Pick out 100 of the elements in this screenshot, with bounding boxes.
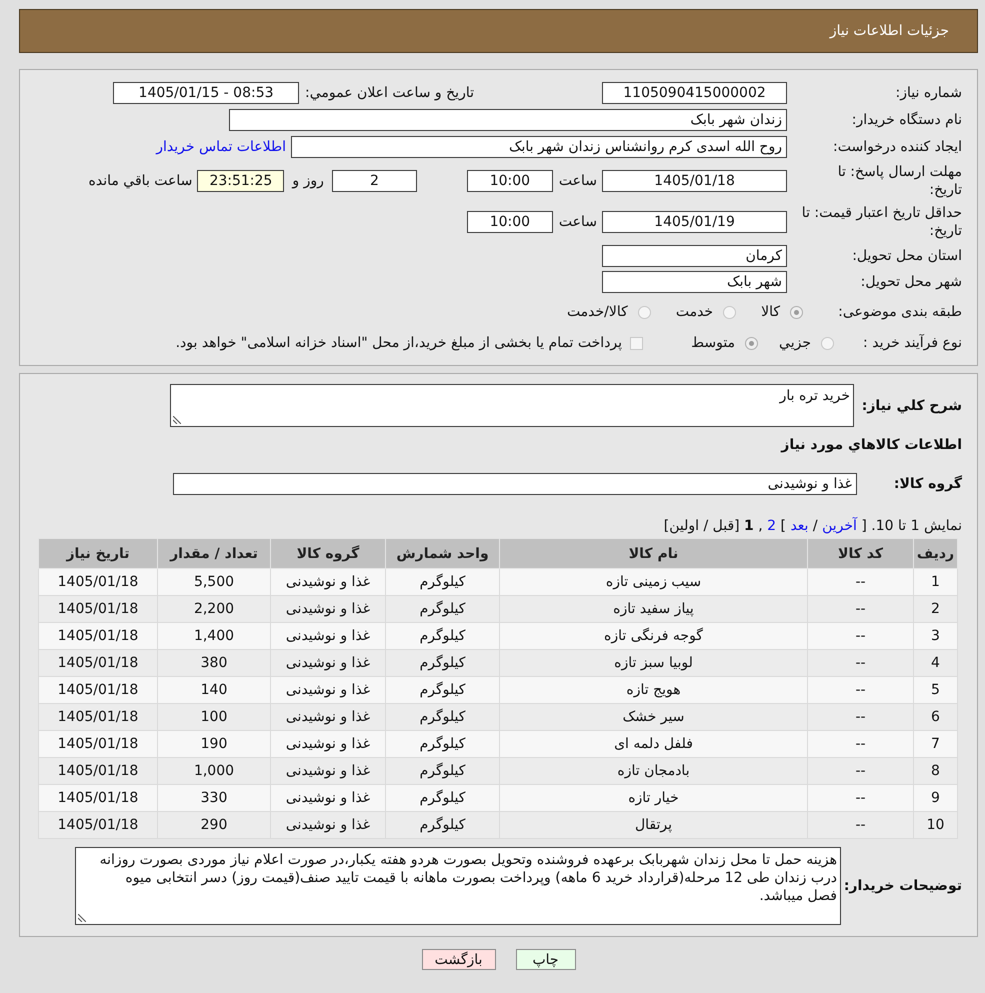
- deadline-date-field[interactable]: 1405/01/18: [602, 170, 787, 192]
- table-cell: کیلوگرم: [386, 596, 500, 622]
- table-cell: --: [808, 568, 914, 596]
- remaining-time-field[interactable]: 23:51:25: [197, 170, 284, 192]
- table-cell: 2: [914, 596, 958, 622]
- table-cell: پیاز سفید تازه: [500, 596, 808, 622]
- print-button[interactable]: چاپ: [516, 949, 576, 970]
- field-label: طبقه بندی موضوعی:: [837, 303, 962, 321]
- table-cell: کیلوگرم: [386, 704, 500, 730]
- back-button[interactable]: بازگشت: [422, 949, 496, 970]
- days-field[interactable]: 2: [332, 170, 417, 192]
- column-header: تعداد / مقدار: [158, 538, 270, 568]
- table-cell: 100: [158, 704, 270, 730]
- field-label: ساعت: [558, 172, 597, 190]
- table-cell: بادمجان تازه: [500, 758, 808, 784]
- resize-grip-icon[interactable]: [173, 416, 181, 424]
- field-label: شماره نیاز:: [894, 84, 962, 102]
- table-cell: غذا و نوشیدنی: [270, 650, 386, 676]
- field-label: روز و: [292, 172, 324, 190]
- page-title: جزئیات اطلاعات نیاز: [830, 22, 949, 40]
- table-cell: کیلوگرم: [386, 812, 500, 838]
- radio-button[interactable]: [745, 336, 758, 350]
- table-cell: کیلوگرم: [386, 730, 500, 758]
- delivery-city-field[interactable]: شهر بابک: [602, 271, 787, 293]
- table-cell: گوجه فرنگی تازه: [500, 622, 808, 650]
- table-cell: سیب زمینی تازه: [500, 568, 808, 596]
- table-cell: 1405/01/18: [38, 730, 158, 758]
- table-cell: فلفل دلمه ای: [500, 730, 808, 758]
- table-cell: 190: [158, 730, 270, 758]
- field-label: گروه کالا:: [892, 475, 962, 493]
- radio-button[interactable]: [723, 306, 736, 318]
- table-cell: 1405/01/18: [38, 676, 158, 704]
- deadline-time-field[interactable]: 10:00: [466, 170, 553, 192]
- field-label: استان محل تحویل:: [851, 246, 962, 264]
- goods-group-field[interactable]: غذا و نوشیدنی: [173, 473, 857, 495]
- table-cell: 1405/01/18: [38, 704, 158, 730]
- table-cell: --: [808, 704, 914, 730]
- table-cell: غذا و نوشیدنی: [270, 730, 386, 758]
- table-cell: هویج تازه: [500, 676, 808, 704]
- table-cell: غذا و نوشیدنی: [270, 676, 386, 704]
- table-cell: --: [808, 784, 914, 812]
- table-cell: کیلوگرم: [386, 622, 500, 650]
- table-cell: لوبیا سبز تازه: [500, 650, 808, 676]
- radio-label: خدمت: [676, 303, 714, 321]
- requester-field[interactable]: روح الله اسدی کرم روانشناس زندان شهر بابک: [291, 136, 787, 158]
- column-header: گروه کالا: [270, 538, 386, 568]
- table-cell: 1,000: [158, 758, 270, 784]
- field-label: حداقل تاریخ اعتبار قیمت: تا تاریخ:: [800, 204, 962, 240]
- description-field[interactable]: خرید تره بار: [170, 384, 854, 427]
- table-cell: 2,200: [158, 596, 270, 622]
- checkbox[interactable]: [630, 336, 644, 350]
- radio-label: جزيي: [779, 334, 811, 352]
- table-cell: 5,500: [158, 568, 270, 596]
- table-cell: 7: [914, 730, 958, 758]
- pagination-link[interactable]: آخرین: [822, 518, 857, 534]
- field-label: ساعت: [558, 212, 597, 230]
- table-cell: 140: [158, 676, 270, 704]
- field-label: تاریخ و ساعت اعلان عمومي:: [305, 84, 474, 102]
- radio-button[interactable]: [821, 336, 834, 350]
- table-cell: سیر خشک: [500, 704, 808, 730]
- table-cell: پرتقال: [500, 812, 808, 838]
- table-cell: 4: [914, 650, 958, 676]
- table-cell: 5: [914, 676, 958, 704]
- pagination-link[interactable]: بعد: [790, 518, 808, 534]
- radio-button[interactable]: [638, 306, 651, 318]
- table-cell: کیلوگرم: [386, 568, 500, 596]
- column-header: تاریخ نیاز: [38, 538, 158, 568]
- radio-label: متوسط: [691, 334, 736, 352]
- price-validity-date-field[interactable]: 1405/01/19: [602, 210, 787, 232]
- table-cell: 1405/01/18: [38, 650, 158, 676]
- column-header: نام کالا: [500, 538, 808, 568]
- section-heading: اطلاعات کالاهاي مورد نیاز: [781, 436, 962, 454]
- table-cell: 1405/01/18: [38, 758, 158, 784]
- table-cell: 1,400: [158, 622, 270, 650]
- price-validity-time-field[interactable]: 10:00: [466, 210, 553, 232]
- resize-grip-icon[interactable]: [78, 914, 86, 922]
- radio-button[interactable]: [790, 306, 803, 318]
- buyer-notes-field[interactable]: هزینه حمل تا محل زندان شهربابک برعهده فروشنده وتحویل بصورت هردو هفته یکبار،در صورت اعلام نیاز موردی بصورت روزانه درب زندان طی 12 مرحله(قرارداد خرید 6 ماهه) وپرداخت بصورت ماهانه با قیمت تایید صنف(قیمت روز) دسر انتخابی میوه فصل میباشد.: [75, 847, 841, 925]
- table-cell: غذا و نوشیدنی: [270, 622, 386, 650]
- buyer-organization-field[interactable]: زندان شهر بابک: [229, 108, 787, 130]
- need-number-field[interactable]: 1105090415000002: [602, 82, 787, 104]
- table-cell: کیلوگرم: [386, 650, 500, 676]
- table-cell: 290: [158, 812, 270, 838]
- field-label: توضیحات خریدار:: [842, 877, 962, 895]
- announce-datetime-field[interactable]: 1405/01/15 - 08:53: [113, 82, 300, 104]
- table-cell: غذا و نوشیدنی: [270, 812, 386, 838]
- table-cell: 8: [914, 758, 958, 784]
- table-cell: 1405/01/18: [38, 812, 158, 838]
- table-cell: کیلوگرم: [386, 758, 500, 784]
- radio-label: کالا/خدمت: [566, 303, 628, 321]
- table-cell: 330: [158, 784, 270, 812]
- column-header: واحد شمارش: [386, 538, 500, 568]
- pagination-link[interactable]: 2: [767, 518, 776, 534]
- contact-link[interactable]: اطلاعات تماس خریدار: [156, 138, 286, 156]
- table-cell: 1405/01/18: [38, 568, 158, 596]
- table-cell: --: [808, 650, 914, 676]
- table-cell: --: [808, 758, 914, 784]
- delivery-province-field[interactable]: کرمان: [602, 244, 787, 266]
- table-cell: غذا و نوشیدنی: [270, 568, 386, 596]
- table-cell: --: [808, 676, 914, 704]
